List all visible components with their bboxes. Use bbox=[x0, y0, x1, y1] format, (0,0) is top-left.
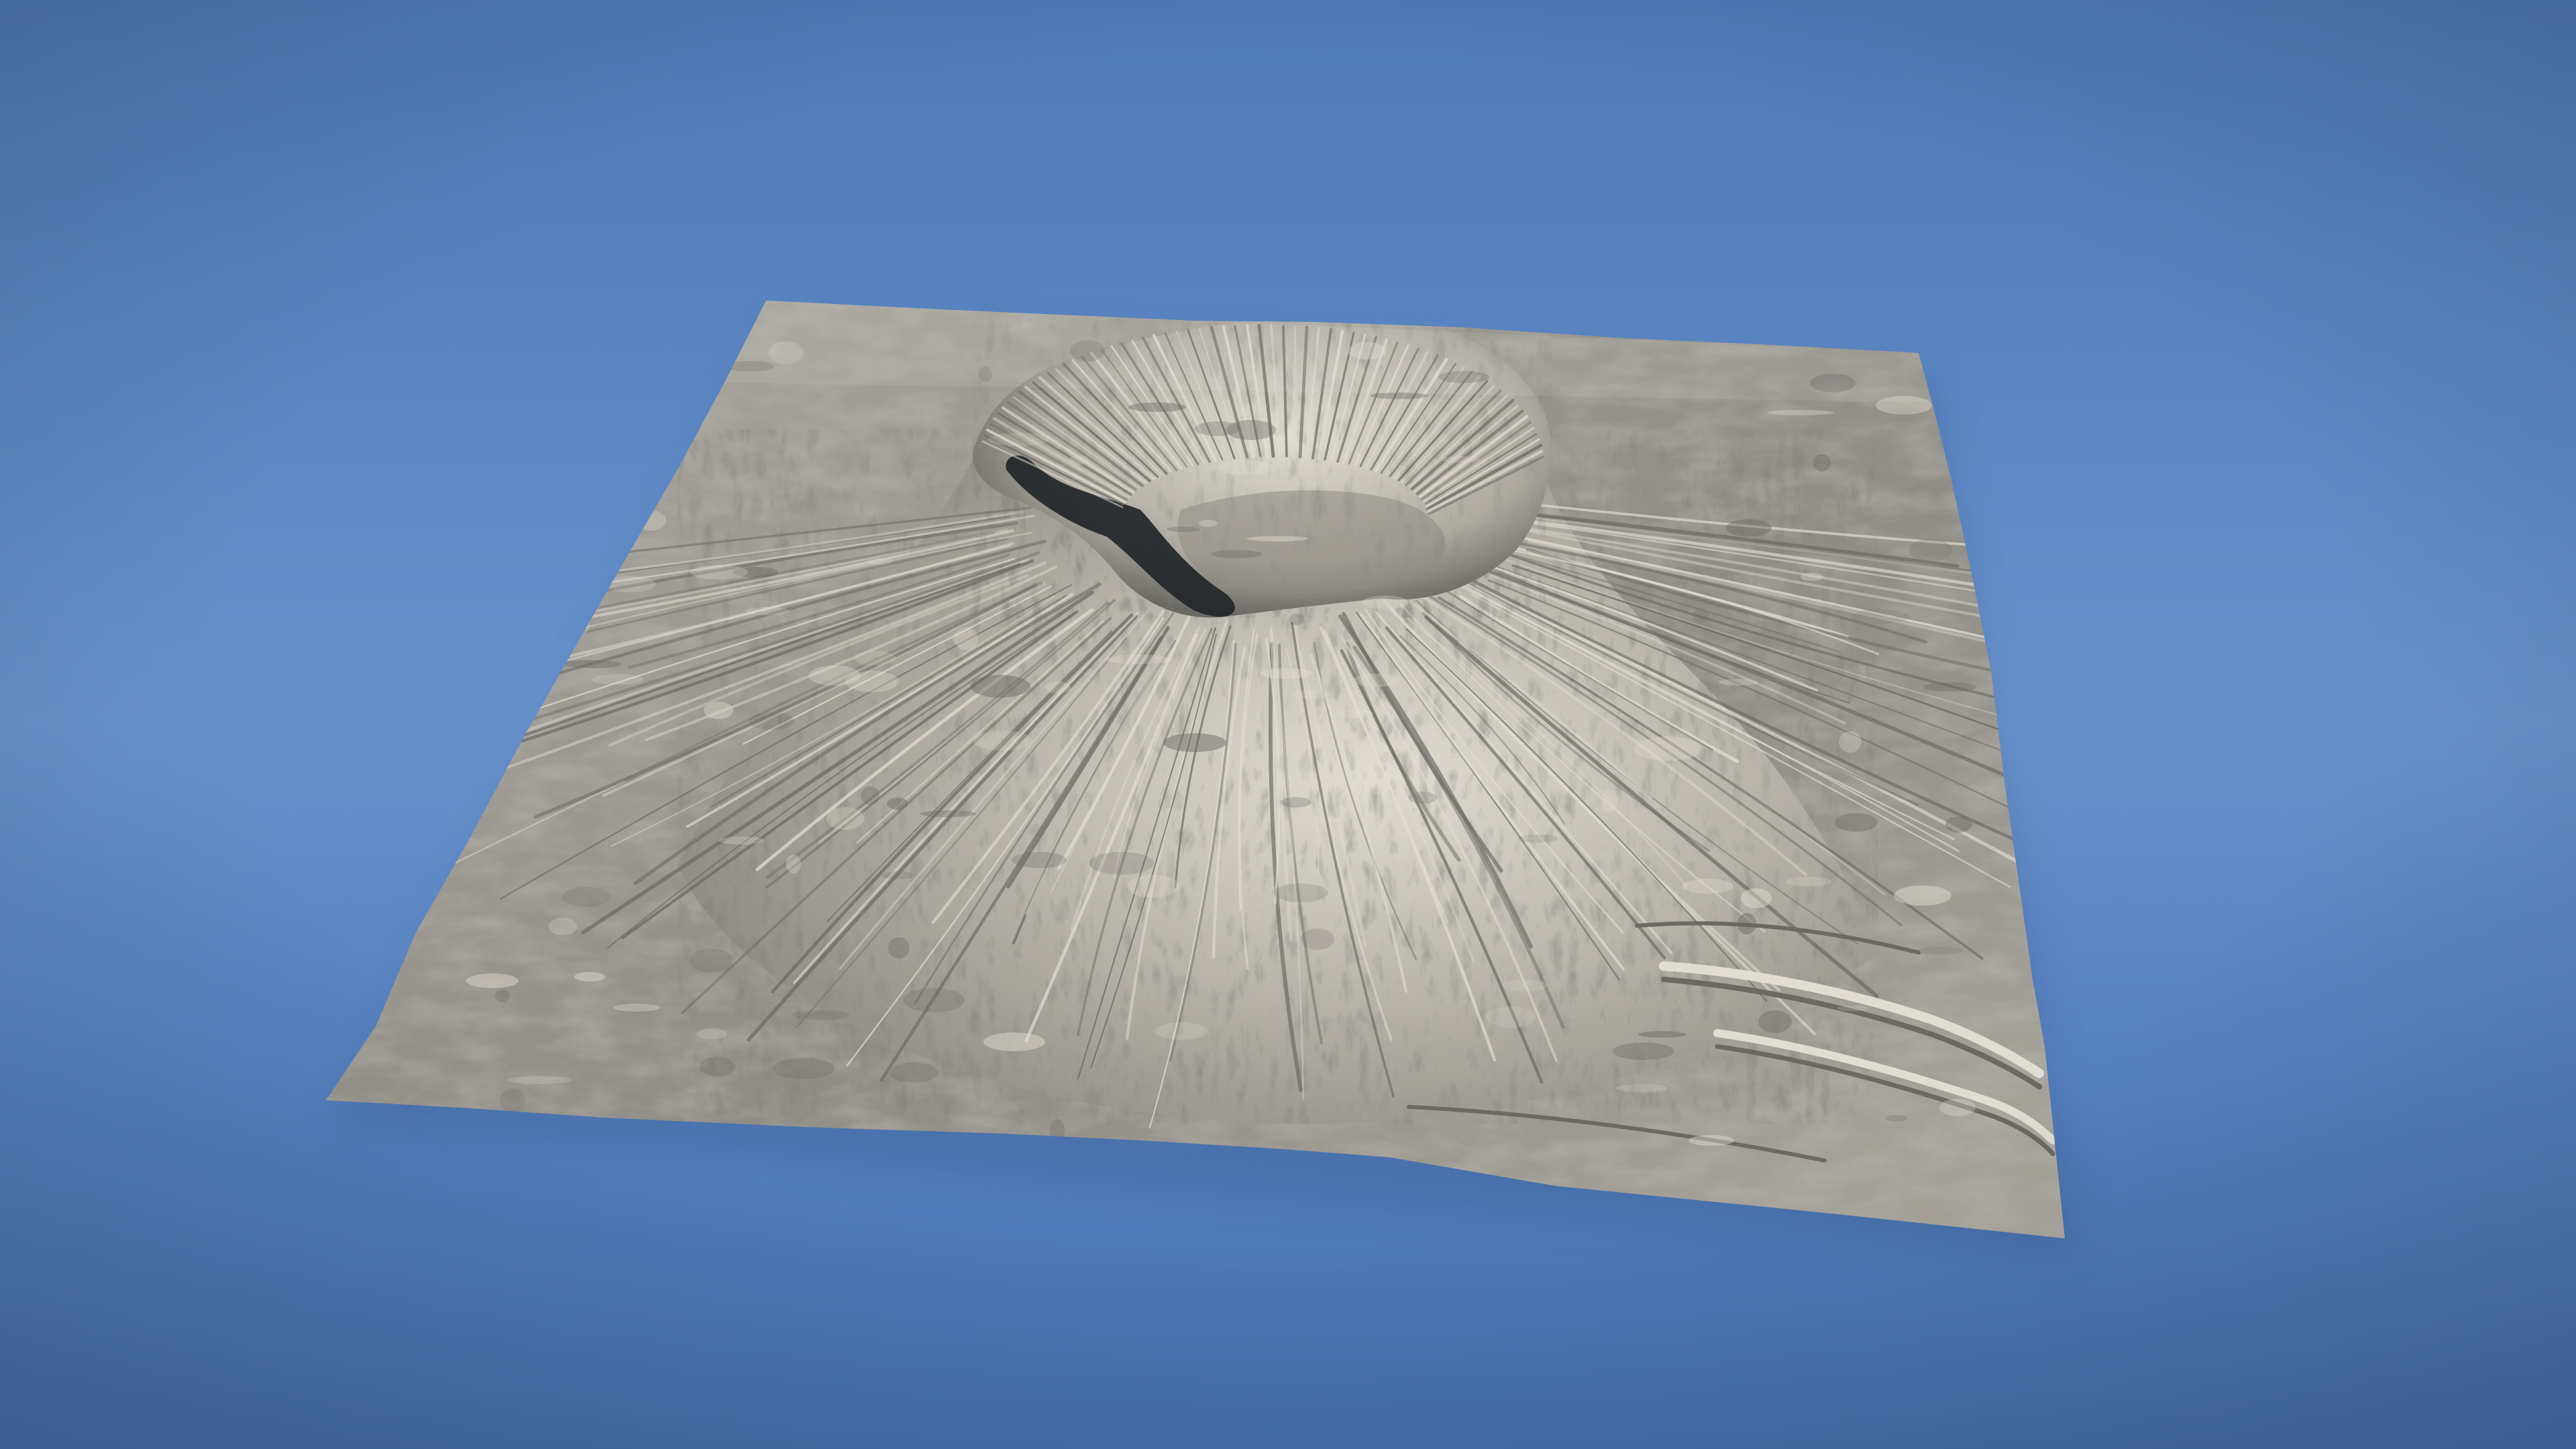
render-viewport[interactable] bbox=[0, 0, 2576, 1449]
terrain-scene bbox=[0, 0, 2576, 1449]
viewport-vignette bbox=[0, 0, 2576, 1449]
